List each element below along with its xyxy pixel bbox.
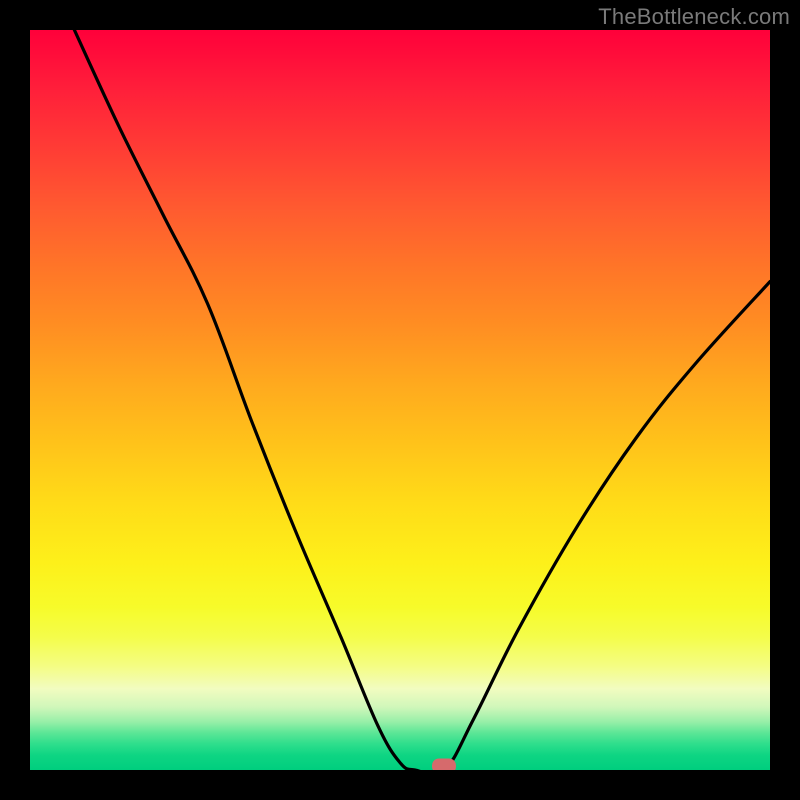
bottleneck-curve bbox=[74, 30, 770, 770]
attribution-label: TheBottleneck.com bbox=[598, 4, 790, 30]
optimum-marker bbox=[432, 759, 456, 771]
plot-area bbox=[30, 30, 770, 770]
chart-stage: TheBottleneck.com bbox=[0, 0, 800, 800]
curve-layer bbox=[30, 30, 770, 770]
